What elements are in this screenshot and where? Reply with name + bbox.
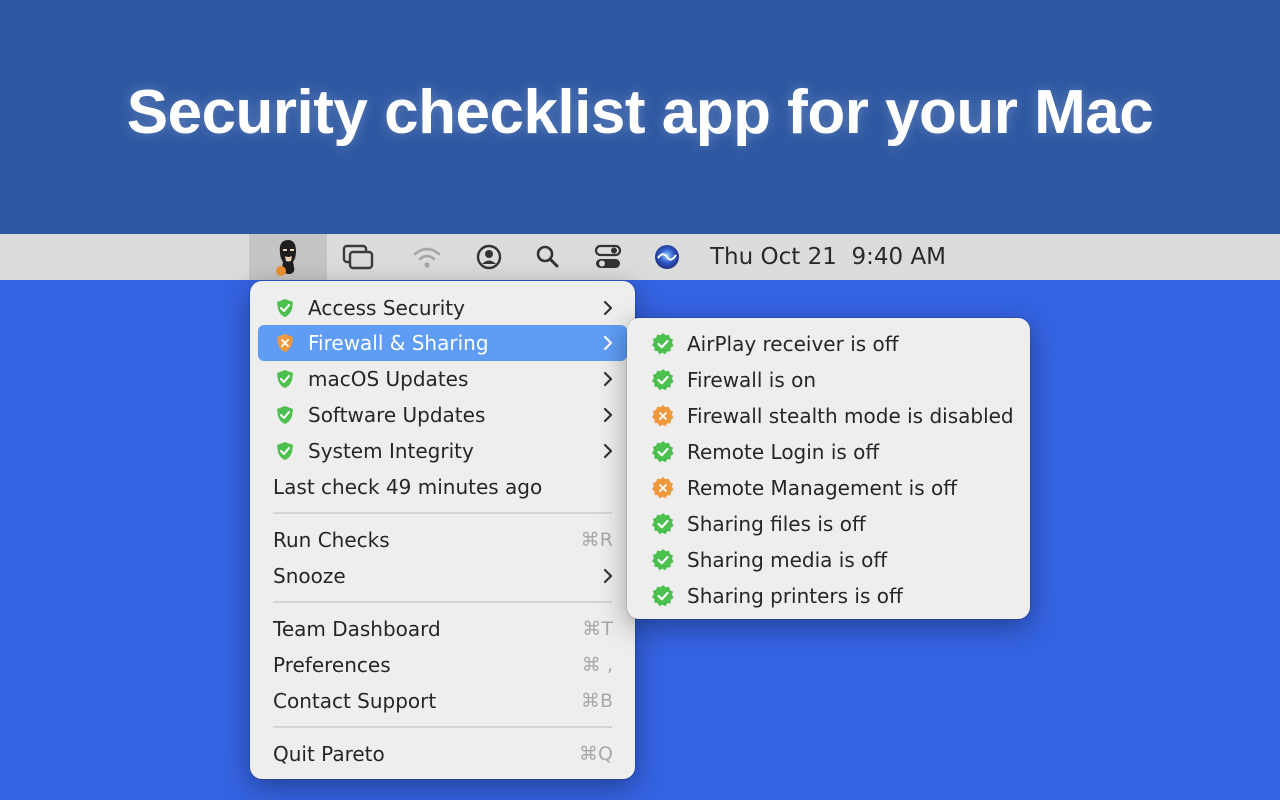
shortcut-label: ⌘ , [581,654,613,676]
spotlight-search-icon[interactable] [534,234,562,280]
submenu-item[interactable]: Firewall is on [635,362,1022,398]
menu-item-label: System Integrity [308,439,474,463]
menu-item-label: Contact Support [273,689,437,713]
chevron-right-icon [603,407,613,423]
check-badge-icon [652,513,674,535]
submenu-item-label: Sharing media is off [687,548,888,572]
shield-check-icon [277,442,293,460]
submenu-item[interactable]: Sharing files is off [635,506,1022,542]
check-badge-icon [652,585,674,607]
submenu-item-label: Remote Management is off [687,476,957,500]
submenu-item-label: Sharing files is off [687,512,866,536]
menu-item-label: macOS Updates [308,367,469,391]
menu-item-label: Team Dashboard [273,617,441,641]
submenu-item[interactable]: AirPlay receiver is off [635,326,1022,362]
run-checks-button[interactable]: Run Checks ⌘R [258,522,627,558]
submenu-item[interactable]: Firewall stealth mode is disabled [635,398,1022,434]
menu-item-firewall-sharing[interactable]: Firewall & Sharing [258,325,627,361]
window-switcher-icon[interactable] [340,234,376,280]
menu-item-label: Firewall & Sharing [308,331,489,355]
menu-bar: Thu Oct 21 9:40 AM [0,234,1280,280]
menu-separator [273,601,612,603]
menu-item-label: Access Security [308,296,465,320]
firewall-sharing-submenu: AirPlay receiver is off Firewall is on F… [627,318,1030,619]
pareto-app-icon[interactable] [249,234,327,280]
pareto-menu: Access Security Firewall & Sharing macOS… [250,281,635,779]
hero-banner: Security checklist app for your Mac [0,0,1280,234]
last-check-label: Last check 49 minutes ago [273,475,543,499]
submenu-item[interactable]: Sharing media is off [635,542,1022,578]
preferences-button[interactable]: Preferences ⌘ , [258,647,627,683]
control-center-icon[interactable] [592,234,624,280]
submenu-item-label: Firewall is on [687,368,817,392]
menu-item-label: Run Checks [273,528,390,552]
menu-item-macos-updates[interactable]: macOS Updates [258,361,627,397]
submenu-item[interactable]: Remote Login is off [635,434,1022,470]
chevron-right-icon [603,335,613,351]
warning-badge-icon [652,405,674,427]
menu-item-label: Snooze [273,564,346,588]
submenu-item-label: Sharing printers is off [687,584,903,608]
menu-separator [273,512,612,514]
shield-check-icon [277,370,293,388]
chevron-right-icon [603,371,613,387]
submenu-item-label: AirPlay receiver is off [687,332,899,356]
hero-title: Security checklist app for your Mac [126,77,1154,147]
chevron-right-icon [603,568,613,584]
wifi-icon[interactable] [410,234,444,280]
submenu-item[interactable]: Sharing printers is off [635,578,1022,614]
team-dashboard-button[interactable]: Team Dashboard ⌘T [258,611,627,647]
submenu-item[interactable]: Remote Management is off [635,470,1022,506]
shortcut-label: ⌘B [580,690,613,712]
warning-badge-icon [652,477,674,499]
check-badge-icon [652,333,674,355]
quit-button[interactable]: Quit Pareto ⌘Q [258,736,627,772]
submenu-item-label: Firewall stealth mode is disabled [687,404,1014,428]
shield-check-icon [277,406,293,424]
menu-item-label: Quit Pareto [273,742,385,766]
menu-bar-clock[interactable]: Thu Oct 21 9:40 AM [710,234,946,280]
check-badge-icon [652,369,674,391]
user-account-icon[interactable] [474,234,504,280]
submenu-item-label: Remote Login is off [687,440,880,464]
menu-item-software-updates[interactable]: Software Updates [258,397,627,433]
chevron-right-icon [603,443,613,459]
menu-item-label: Software Updates [308,403,486,427]
shortcut-label: ⌘T [582,618,613,640]
menu-item-label: Preferences [273,653,391,677]
shortcut-label: ⌘R [580,529,613,551]
last-check-status: Last check 49 minutes ago [258,469,627,505]
chevron-right-icon [603,300,613,316]
snooze-menu-item[interactable]: Snooze [258,558,627,594]
menu-separator [273,726,612,728]
contact-support-button[interactable]: Contact Support ⌘B [258,683,627,719]
menu-item-access-security[interactable]: Access Security [258,290,627,326]
shortcut-label: ⌘Q [579,743,613,765]
shield-warning-icon [277,334,293,352]
check-badge-icon [652,441,674,463]
siri-icon[interactable] [652,234,682,280]
shield-check-icon [277,299,293,317]
menu-item-system-integrity[interactable]: System Integrity [258,433,627,469]
check-badge-icon [652,549,674,571]
